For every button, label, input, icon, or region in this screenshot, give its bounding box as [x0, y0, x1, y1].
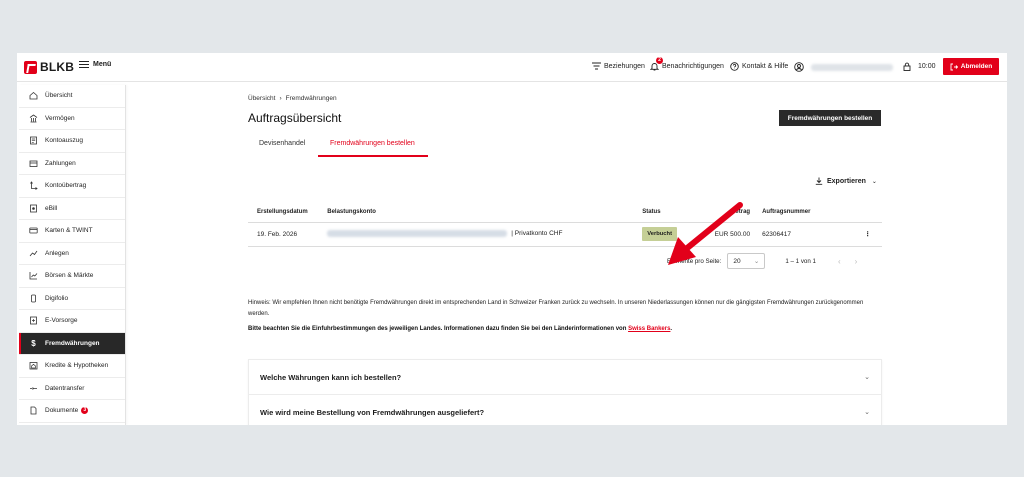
col-header-actions: [853, 203, 882, 223]
cell-account: | Privatkonto CHF: [327, 222, 643, 247]
prev-page-icon[interactable]: ‹: [838, 257, 841, 266]
lock-icon: [903, 62, 911, 71]
download-icon: [815, 177, 823, 185]
hint-text: Hinweis: Wir empfehlen Ihnen nicht benöt…: [248, 300, 864, 317]
table-row[interactable]: 19. Feb. 2026 | Privatkonto CHF Verbucht…: [248, 222, 882, 247]
orders-table: Erstellungsdatum Belastungskonto Status …: [248, 203, 882, 247]
chevron-down-icon: ⌄: [753, 258, 760, 265]
table-header-row: Erstellungsdatum Belastungskonto Status …: [248, 203, 882, 223]
sidebar-item-karten-twint[interactable]: Karten & TWINT: [19, 220, 125, 243]
logout-icon: [950, 63, 958, 70]
card-icon: [29, 226, 38, 235]
order-currency-button[interactable]: Fremdwährungen bestellen: [779, 110, 881, 126]
faq-item-delivery[interactable]: Wie wird meine Bestellung von Fremdwähru…: [249, 395, 881, 425]
sidebar-item-boersen-maerkte[interactable]: Börsen & Märkte: [19, 265, 125, 288]
tab-bar: Devisenhandel Fremdwährungen bestellen: [248, 133, 438, 158]
data-transfer-icon: [29, 384, 38, 393]
active-tab-indicator: [318, 155, 428, 157]
transfer-icon: [29, 181, 38, 191]
bank-icon: [29, 114, 38, 123]
account-number-redacted: [327, 230, 508, 238]
sidebar-item-vermoegen[interactable]: Vermögen: [19, 108, 125, 130]
sidebar-item-kredite-hypotheken[interactable]: Kredite & Hypotheken: [19, 355, 125, 378]
menu-label: Menü: [93, 61, 112, 68]
sidebar-item-ebill[interactable]: eBill: [19, 198, 125, 220]
pension-icon: [29, 316, 38, 325]
sidebar-item-zahlungen[interactable]: Zahlungen: [19, 153, 125, 175]
logout-button[interactable]: Abmelden: [943, 58, 999, 75]
faq-accordion: Welche Währungen kann ich bestellen? ⌄ W…: [248, 359, 882, 425]
tab-devisenhandel[interactable]: Devisenhandel: [259, 140, 305, 147]
dollar-icon: $: [31, 338, 36, 348]
chevron-down-icon: ⌄: [864, 374, 870, 381]
cell-order-number: 62306417: [762, 222, 854, 247]
sidebar-item-dokumente[interactable]: Dokumente 3: [19, 400, 125, 423]
breadcrumb-fremdwaehrungen: Fremdwährungen: [285, 95, 337, 102]
digifolio-icon: [29, 294, 38, 303]
blkb-logo-icon: [24, 60, 37, 74]
main-content: Übersicht › Fremdwährungen Auftragsübers…: [248, 53, 888, 425]
menu-button[interactable]: Menü: [79, 61, 111, 68]
home-icon: [29, 91, 38, 100]
ebill-icon: [29, 204, 38, 213]
statement-icon: [29, 136, 38, 145]
chevron-down-icon: ⌄: [864, 409, 870, 416]
red-arrow-annotation: [668, 202, 743, 265]
app-window: BLKB Menü Beziehungen 2 Benachrichtigung…: [17, 53, 1007, 425]
faq-item-currencies[interactable]: Welche Währungen kann ich bestellen? ⌄: [249, 360, 881, 395]
documents-count-badge: 3: [81, 407, 89, 415]
sidebar-item-digifolio[interactable]: Digifolio: [19, 288, 125, 310]
cell-date: 19. Feb. 2026: [248, 222, 328, 247]
sidebar-item-kontouebertrag[interactable]: Kontoübertrag: [19, 175, 125, 198]
chevron-right-icon: ›: [279, 95, 282, 102]
col-header-date[interactable]: Erstellungsdatum: [248, 203, 328, 223]
page-title: Auftragsübersicht: [248, 111, 342, 125]
breadcrumb: Übersicht › Fremdwährungen: [248, 95, 337, 102]
tab-fremdwaehrungen-bestellen[interactable]: Fremdwährungen bestellen: [330, 140, 415, 147]
sidebar-item-fremdwaehrungen[interactable]: $ Fremdwährungen: [19, 332, 125, 355]
sidebar-nav: Übersicht Vermögen Kontoauszug Zahlungen…: [19, 85, 126, 425]
col-header-account[interactable]: Belastungskonto: [327, 203, 643, 223]
import-regulations-note: Bitte beachten Sie die Einfuhrbestimmung…: [248, 326, 673, 332]
session-timer: 10:00: [903, 62, 936, 71]
sidebar-item-e-vorsorge[interactable]: E-Vorsorge: [19, 310, 125, 333]
payment-icon: [29, 159, 38, 168]
document-icon: [29, 406, 38, 415]
breadcrumb-uebersicht[interactable]: Übersicht: [248, 95, 275, 102]
brand-name: BLKB: [40, 60, 75, 74]
chevron-down-icon: ⌄: [871, 178, 877, 185]
invest-icon: [29, 249, 38, 258]
col-header-order-number[interactable]: Auftragsnummer: [762, 203, 854, 223]
hamburger-icon: [79, 61, 89, 68]
chart-icon: [29, 271, 38, 280]
house-loan-icon: [29, 361, 38, 370]
page-range: 1 – 1 von 1: [785, 257, 816, 265]
brand-logo[interactable]: BLKB: [24, 60, 74, 74]
sidebar-item-uebersicht[interactable]: Übersicht: [19, 85, 125, 108]
next-page-icon[interactable]: ›: [855, 257, 858, 266]
export-button[interactable]: Exportieren ⌄: [815, 177, 877, 185]
sidebar-item-kontoauszug[interactable]: Kontoauszug: [19, 130, 125, 153]
sidebar-item-datentransfer[interactable]: Datentransfer: [19, 378, 125, 400]
sidebar-item-anlegen[interactable]: Anlegen: [19, 243, 125, 265]
swiss-bankers-link[interactable]: Swiss Bankers: [628, 326, 670, 332]
row-actions-kebab-icon[interactable]: ⋮: [853, 222, 882, 247]
